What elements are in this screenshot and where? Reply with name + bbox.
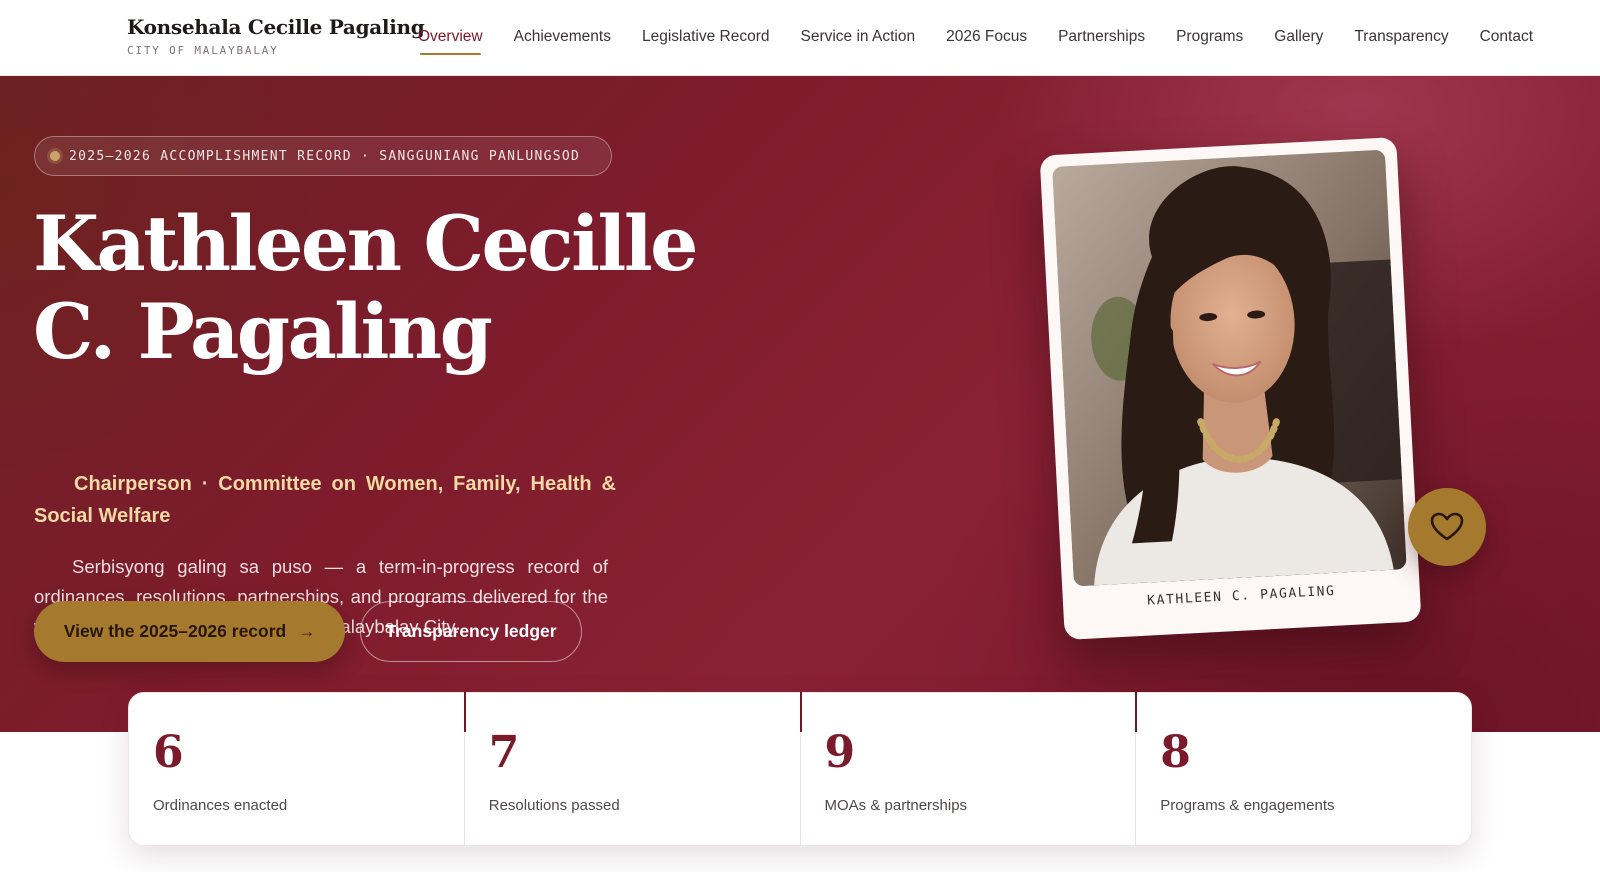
stats-panel: 6 Ordinances enacted 7 Resolutions passe… bbox=[128, 692, 1472, 846]
transparency-ledger-button[interactable]: Transparency ledger bbox=[360, 601, 582, 662]
record-badge: 2025–2026 ACCOMPLISHMENT RECORD · SANGGU… bbox=[34, 136, 612, 176]
nav-item-legislative-record[interactable]: Legislative Record bbox=[642, 28, 770, 55]
stat-label: Resolutions passed bbox=[488, 797, 620, 814]
brand[interactable]: Konsehala Cecille Pagaling CITY OF MALAY… bbox=[127, 15, 425, 57]
transparency-ledger-button-label: Transparency ledger bbox=[385, 621, 557, 641]
nav-item-achievements[interactable]: Achievements bbox=[514, 28, 611, 55]
portrait-caption: KATHLEEN C. PAGALING bbox=[1146, 583, 1336, 609]
view-record-button[interactable]: View the 2025–2026 record → bbox=[34, 601, 345, 662]
portrait-card: KATHLEEN C. PAGALING bbox=[1039, 136, 1422, 641]
stat-value: 9 bbox=[824, 727, 856, 778]
stat-ordinances: 6 Ordinances enacted bbox=[129, 693, 464, 845]
stat-value: 7 bbox=[488, 727, 520, 778]
nav-item-2026-focus[interactable]: 2026 Focus bbox=[946, 28, 1027, 55]
stat-label: Programs & engagements bbox=[1160, 797, 1335, 814]
stat-divider bbox=[799, 692, 802, 732]
nav-item-programs[interactable]: Programs bbox=[1176, 28, 1243, 55]
brand-name: Konsehala Cecille Pagaling bbox=[127, 15, 425, 39]
hero-title-line-1: Kathleen Cecille bbox=[33, 199, 699, 288]
view-record-button-label: View the 2025–2026 record bbox=[63, 621, 287, 641]
nav-item-contact[interactable]: Contact bbox=[1480, 28, 1533, 55]
hero-title: Kathleen Cecille C. Pagaling bbox=[33, 200, 733, 376]
stat-value: 8 bbox=[1160, 727, 1191, 778]
heart-icon bbox=[1430, 512, 1464, 541]
badge-dot-icon bbox=[50, 151, 60, 161]
portrait-illustration bbox=[1052, 149, 1407, 587]
stat-resolutions: 7 Resolutions passed bbox=[463, 692, 800, 845]
nav-item-overview[interactable]: Overview bbox=[418, 28, 483, 55]
stat-programs: 8 Programs & engagements bbox=[1135, 692, 1471, 845]
badge-text: 2025–2026 ACCOMPLISHMENT RECORD · SANGGU… bbox=[69, 148, 581, 164]
nav-item-partnerships[interactable]: Partnerships bbox=[1058, 28, 1145, 55]
nav-item-gallery[interactable]: Gallery bbox=[1274, 28, 1323, 55]
stat-divider bbox=[463, 692, 466, 732]
nav-item-service-in-action[interactable]: Service in Action bbox=[800, 28, 915, 55]
stat-value: 6 bbox=[153, 727, 184, 778]
nav-item-transparency[interactable]: Transparency bbox=[1354, 28, 1448, 55]
stat-divider bbox=[1135, 692, 1138, 732]
heart-button[interactable] bbox=[1408, 488, 1486, 566]
portrait-photo bbox=[1052, 149, 1407, 587]
stat-moas: 9 MOAs & partnerships bbox=[799, 692, 1136, 845]
arrow-right-icon: → bbox=[298, 621, 316, 641]
hero-role: Chairperson · Committee on Women, Family… bbox=[34, 473, 616, 527]
hero-title-line-2: C. Pagaling bbox=[33, 287, 493, 376]
top-navigation: Konsehala Cecille Pagaling CITY OF MALAY… bbox=[0, 0, 1600, 76]
stat-label: Ordinances enacted bbox=[153, 797, 288, 814]
stat-label: MOAs & partnerships bbox=[824, 797, 968, 814]
nav-links: Overview Achievements Legislative Record… bbox=[418, 28, 1564, 55]
hero-section: 2025–2026 ACCOMPLISHMENT RECORD · SANGGU… bbox=[0, 76, 1600, 732]
brand-subtitle: CITY OF MALAYBALAY bbox=[127, 44, 279, 57]
